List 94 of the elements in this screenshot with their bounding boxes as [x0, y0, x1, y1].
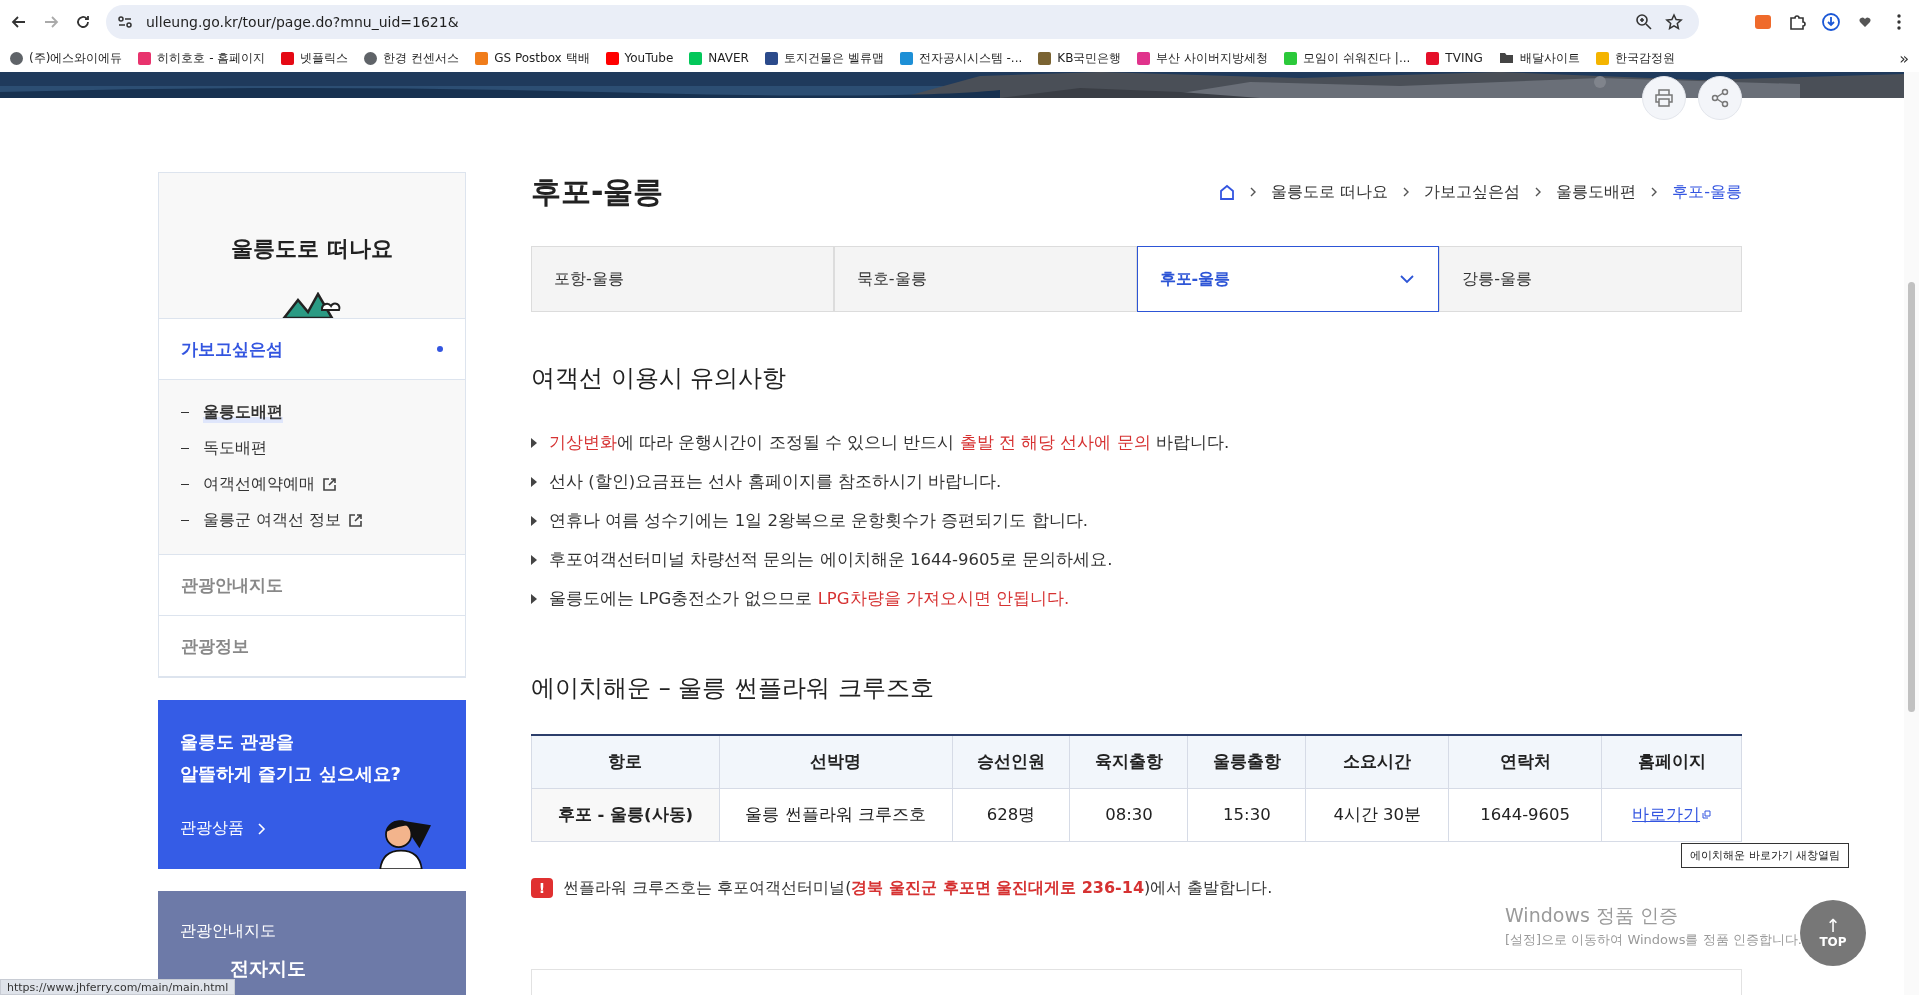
table-cell: 4시간 30분	[1305, 788, 1449, 841]
banner-link[interactable]: 관광상품	[180, 818, 266, 839]
address-bar[interactable]: ulleung.go.kr/tour/page.do?mnu_uid=1621&	[106, 5, 1699, 39]
scrollbar[interactable]	[1904, 72, 1919, 995]
column-header: 승선인원	[952, 735, 1070, 788]
notice-text: 선사 (할인)요금표는 선사 홈페이지를 참조하시기 바랍니다.	[549, 471, 1002, 493]
submenu-item[interactable]: 울릉도배편	[181, 394, 443, 430]
route-tab[interactable]: 후포-울릉	[1136, 246, 1440, 312]
table-cell: 08:30	[1070, 788, 1188, 841]
puzzle-icon[interactable]	[1787, 12, 1807, 32]
chevron-right-icon	[1650, 187, 1659, 197]
banner-text: 울릉도 관광을 알뜰하게 즐기고 싶으세요?	[180, 730, 402, 786]
chevron-right-icon	[258, 822, 266, 835]
notice-text: 연휴나 여름 성수기에는 1일 2왕복으로 운항횟수가 증편되기도 합니다.	[549, 510, 1088, 532]
warning-text: 썬플라워 크루즈호는 후포여객선터미널(경북 울진군 후포면 울진대게로 236-14)에서 출발합니다.	[563, 877, 1273, 899]
bookmark[interactable]: 모임이 쉬워진다 |...	[1284, 49, 1411, 67]
column-header: 연락처	[1448, 735, 1602, 788]
site-settings-icon[interactable]	[116, 13, 134, 31]
bookmark[interactable]: 토지건물은 벨류맵	[764, 49, 884, 67]
bookmark[interactable]: 한경 컨센서스	[364, 49, 460, 67]
warning-icon: !	[531, 878, 553, 898]
breadcrumb-link[interactable]: 울릉도배편	[1556, 181, 1637, 203]
star-icon[interactable]	[1665, 13, 1683, 31]
more-bookmarks[interactable]: »	[1899, 48, 1909, 68]
chevron-down-icon	[1400, 274, 1415, 284]
zoom-icon[interactable]	[1635, 13, 1653, 31]
column-header: 육지출항	[1070, 735, 1188, 788]
bookmark[interactable]: 한국감정원	[1595, 49, 1675, 67]
notice-text: 기상변화에 따라 운행시간이 조정될 수 있으니 반드시 출발 전 해당 선사에 문의 바랍니다.	[549, 432, 1230, 454]
reload-icon[interactable]	[74, 13, 92, 31]
share-icon	[1710, 88, 1730, 108]
section-heading: 에이치해운 – 울릉 썬플라워 크루즈호	[531, 673, 935, 704]
column-header: 선박명	[719, 735, 953, 788]
folder-icon	[1498, 52, 1514, 64]
tooltip: 에이치해운 바로가기 새창열림	[1681, 842, 1850, 868]
side-title: 울릉도로 떠나요	[231, 235, 393, 263]
top-button[interactable]: ↑ TOP	[1800, 900, 1866, 966]
table-cell: 628명	[952, 788, 1070, 841]
notice-text: 후포여객선터미널 차량선적 문의는 에이치해운 1644-9605로 문의하세요.	[549, 549, 1113, 571]
submenu-item[interactable]: 여객선예약예매	[181, 466, 443, 502]
chevron-right-icon	[1534, 187, 1543, 197]
route-tab[interactable]: 강릉-울릉	[1439, 246, 1742, 312]
external-link-icon	[348, 513, 362, 527]
bullet-icon	[531, 555, 537, 565]
bullet-icon	[531, 477, 537, 487]
bullet-icon	[531, 438, 537, 448]
status-url: https://www.jhferry.com/main/main.html	[0, 979, 236, 995]
column-header: 홈페이지	[1601, 735, 1742, 788]
download-icon[interactable]	[1821, 12, 1841, 32]
extension-icon[interactable]	[1753, 12, 1773, 32]
bookmark[interactable]: 배달사이트	[1498, 49, 1580, 67]
activation-text: [설정]으로 이동하여 Windows를 정품 인증합니다.	[1505, 931, 1802, 949]
home-icon[interactable]	[1219, 184, 1236, 200]
bookmark[interactable]: 전자공시시스템 -...	[899, 49, 1023, 67]
table-cell: 15:30	[1187, 788, 1306, 841]
bookmark[interactable]: KB국민은행	[1038, 49, 1122, 67]
bullet-icon	[531, 516, 537, 526]
bookmark[interactable]: GS Postbox 택배	[475, 49, 590, 67]
bookmark[interactable]: (주)에스와이에듀	[10, 49, 123, 67]
active-dot	[437, 346, 443, 352]
notice-text: 울릉도에는 LPG충전소가 없으므로 LPG차량을 가져오시면 안됩니다.	[549, 588, 1070, 610]
bookmark[interactable]: YouTube	[605, 51, 674, 65]
bookmark[interactable]: 히히호호 - 홈페이지	[138, 49, 266, 67]
table-cell: 울릉 썬플라워 크루즈호	[719, 788, 953, 841]
route-tab[interactable]: 포항-울릉	[531, 246, 834, 312]
submenu-item[interactable]: 울릉군 여객선 정보	[181, 502, 443, 538]
bookmark[interactable]: TVING	[1426, 51, 1483, 65]
menu-item[interactable]: 관광정보	[159, 616, 465, 677]
bookmark[interactable]: 부산 사이버지방세청	[1137, 49, 1269, 67]
map-panel-title: 관광안내지도	[180, 921, 277, 942]
bullet-icon	[531, 594, 537, 604]
submenu-item[interactable]: 독도배편	[181, 430, 443, 466]
breadcrumb-link[interactable]: 가보고싶은섬	[1424, 181, 1521, 203]
new-window-icon	[1702, 810, 1712, 819]
page-title: 후포-울릉	[531, 172, 664, 211]
table-cell: 1644-9605	[1448, 788, 1602, 841]
bookmark[interactable]: NAVER	[689, 51, 749, 65]
column-header: 울릉출항	[1187, 735, 1306, 788]
breadcrumb-link[interactable]: 후포-울릉	[1672, 181, 1742, 203]
route-tab[interactable]: 묵호-울릉	[833, 246, 1137, 312]
homepage-link[interactable]: 바로가기	[1632, 803, 1712, 826]
chevron-right-icon	[1402, 187, 1411, 197]
chevron-right-icon	[1249, 187, 1258, 197]
section-heading: 여객선 이용시 유의사항	[531, 363, 788, 394]
external-link-icon	[323, 477, 336, 491]
map-link[interactable]: 전자지도	[180, 956, 444, 982]
activation-title: Windows 정품 인증	[1505, 903, 1679, 928]
column-header: 항로	[531, 735, 720, 788]
breadcrumb-link[interactable]: 울릉도로 떠나요	[1271, 181, 1389, 203]
table-cell: 후포 - 울릉(사동)	[531, 788, 720, 841]
column-header: 소요시간	[1305, 735, 1449, 788]
print-icon	[1654, 88, 1674, 108]
menu-item[interactable]: 관광안내지도	[159, 555, 465, 616]
bookmark[interactable]: 넷플릭스	[281, 49, 349, 67]
